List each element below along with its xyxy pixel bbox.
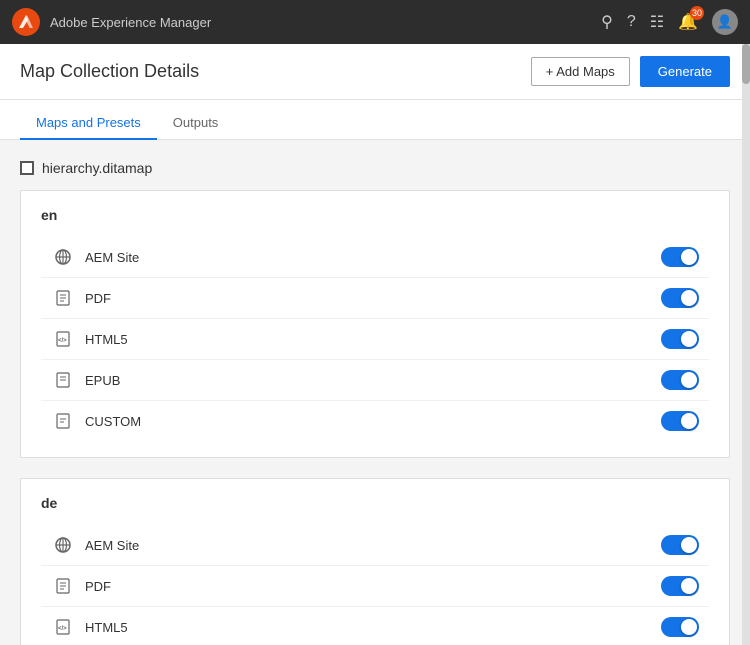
output-row-de-html5: </> HTML5: [41, 607, 709, 645]
pdf-icon-de: [51, 574, 75, 598]
output-row-en-epub: EPUB: [41, 360, 709, 401]
scrollbar[interactable]: [742, 44, 750, 645]
adobe-logo-icon: [18, 14, 34, 30]
toggle-de-pdf[interactable]: [661, 576, 699, 596]
tab-maps-presets[interactable]: Maps and Presets: [20, 107, 157, 140]
output-row-en-html5: </> HTML5: [41, 319, 709, 360]
topbar: Adobe Experience Manager ⚲ ? ☷ 🔔 30 👤: [0, 0, 750, 44]
output-name-en-pdf: PDF: [85, 291, 661, 306]
toggle-de-html5[interactable]: [661, 617, 699, 637]
notification-icon[interactable]: 🔔 30: [678, 12, 698, 32]
output-row-de-pdf: PDF: [41, 566, 709, 607]
toggle-de-aem-site[interactable]: [661, 535, 699, 555]
tab-outputs[interactable]: Outputs: [157, 107, 235, 140]
tabs-bar: Maps and Presets Outputs: [0, 100, 750, 140]
output-name-de-pdf: PDF: [85, 579, 661, 594]
apps-icon[interactable]: ☷: [650, 12, 664, 32]
html5-icon: </>: [51, 327, 75, 351]
output-name-en-custom: CUSTOM: [85, 414, 661, 429]
html5-icon-de: </>: [51, 615, 75, 639]
toggle-en-custom[interactable]: [661, 411, 699, 431]
scroll-thumb[interactable]: [742, 44, 750, 84]
toggle-en-aem-site[interactable]: [661, 247, 699, 267]
add-maps-button[interactable]: + Add Maps: [531, 57, 630, 86]
notification-badge: 30: [690, 6, 704, 20]
output-name-en-epub: EPUB: [85, 373, 661, 388]
app-title: Adobe Experience Manager: [50, 15, 601, 30]
user-avatar[interactable]: 👤: [712, 9, 738, 35]
epub-icon: [51, 368, 75, 392]
app-logo: [12, 8, 40, 36]
custom-icon: [51, 409, 75, 433]
toggle-en-pdf[interactable]: [661, 288, 699, 308]
svg-text:</>: </>: [58, 626, 67, 632]
topbar-icons: ⚲ ? ☷ 🔔 30 👤: [601, 9, 738, 35]
page-wrapper: Adobe Experience Manager ⚲ ? ☷ 🔔 30 👤 Ma…: [0, 0, 750, 645]
lang-group-en: en AEM Site PDF </> HTML5: [20, 190, 730, 458]
header-actions: + Add Maps Generate: [531, 56, 730, 87]
output-name-de-aem-site: AEM Site: [85, 538, 661, 553]
page-title: Map Collection Details: [20, 61, 199, 82]
output-row-en-aem-site: AEM Site: [41, 237, 709, 278]
output-name-en-aem-site: AEM Site: [85, 250, 661, 265]
pdf-icon: [51, 286, 75, 310]
lang-group-de: de AEM Site PDF </> HTML5: [20, 478, 730, 645]
output-name-en-html5: HTML5: [85, 332, 661, 347]
output-name-de-html5: HTML5: [85, 620, 661, 635]
ditamap-label: hierarchy.ditamap: [42, 160, 152, 176]
globe-icon-de: [51, 533, 75, 557]
main-content: hierarchy.ditamap en AEM Site PDF: [0, 140, 750, 645]
globe-icon: [51, 245, 75, 269]
toggle-en-epub[interactable]: [661, 370, 699, 390]
lang-label-de: de: [41, 495, 709, 511]
generate-button[interactable]: Generate: [640, 56, 730, 87]
toggle-en-html5[interactable]: [661, 329, 699, 349]
help-icon[interactable]: ?: [627, 13, 636, 31]
ditamap-checkbox-row: hierarchy.ditamap: [20, 160, 730, 176]
output-row-de-aem-site: AEM Site: [41, 525, 709, 566]
lang-label-en: en: [41, 207, 709, 223]
ditamap-checkbox[interactable]: [20, 161, 34, 175]
subheader: Map Collection Details + Add Maps Genera…: [0, 44, 750, 100]
output-row-en-custom: CUSTOM: [41, 401, 709, 441]
search-icon[interactable]: ⚲: [601, 12, 613, 32]
svg-text:</>: </>: [58, 338, 67, 344]
output-row-en-pdf: PDF: [41, 278, 709, 319]
